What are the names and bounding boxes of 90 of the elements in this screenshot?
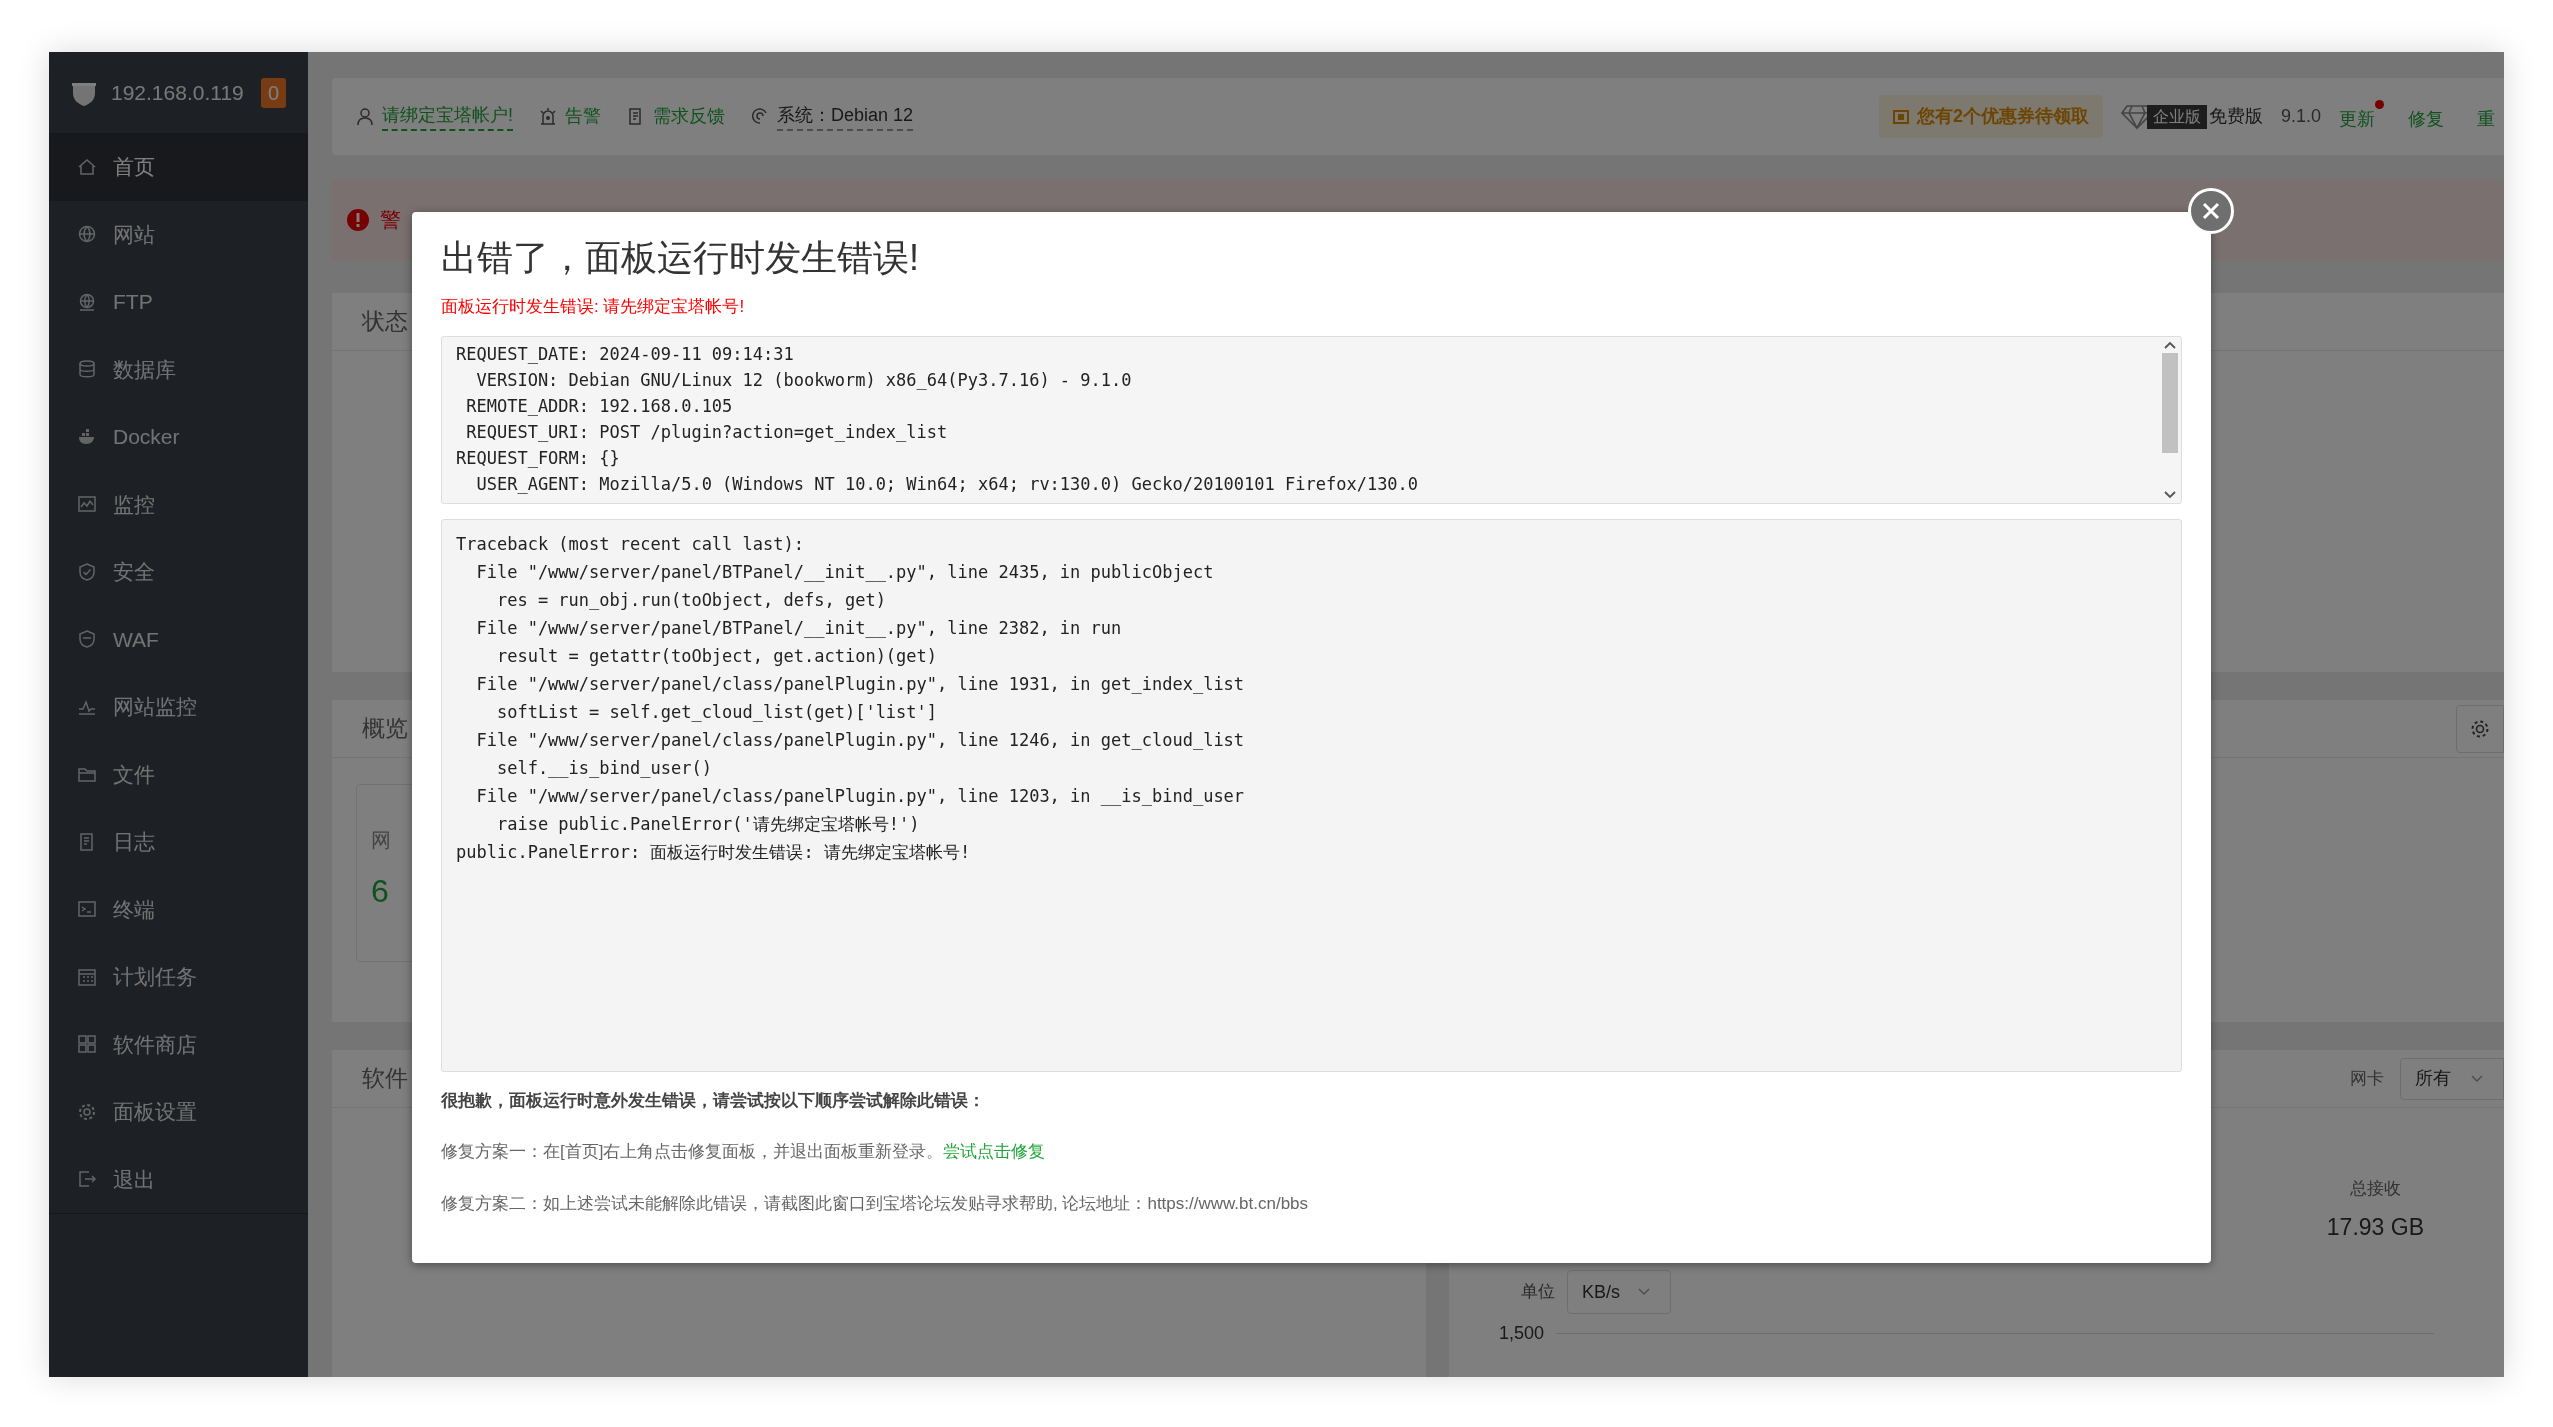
ticket-icon (1892, 109, 1909, 124)
chevron-down-icon (2471, 1074, 2483, 1083)
error-icon (346, 207, 370, 232)
code-line: VERSION: Debian GNU/Linux 12 (bookworm) x86_64(Py3.7.16) - 9.1.0 (475, 368, 1133, 392)
sidebar-item[interactable]: 面板设置 (49, 1078, 308, 1146)
sidebar-item[interactable]: 数据库 (49, 335, 308, 403)
header-link[interactable]: 修复 (2408, 100, 2453, 133)
dialog-title: 出错了，面板运行时发生错误! (441, 236, 920, 280)
sidebar-item[interactable]: 监控 (49, 470, 308, 538)
sidebar-item[interactable]: 退出 (49, 1145, 308, 1213)
calendar-icon (77, 966, 97, 987)
sidebar-item[interactable]: 网站监控 (49, 673, 308, 741)
nic-dropdown[interactable]: 所有 (2400, 1057, 2504, 1100)
globe-icon (77, 224, 97, 245)
scrollbar-thumb[interactable] (2162, 352, 2178, 453)
panel-title: 软件 (362, 1064, 408, 1094)
fix-suggestion: 修复方案一：在[首页]右上角点击修复面板，并退出面板重新登录。尝试点击修复 (441, 1141, 1047, 1163)
code-line: REQUEST_FORM: {} (456, 446, 621, 470)
bind-account-link[interactable]: 请绑定宝塔帐户! (382, 102, 513, 131)
version-label: 9.1.0 (2280, 105, 2321, 128)
code-line: res = run_obj.run(toObject, defs, get) (495, 588, 887, 612)
code-line: result = getattr(toObject, get.action)(get) (495, 644, 939, 668)
code-line: USER_AGENT: Mozilla/5.0 (Windows NT 10.0; Win64; x64; rv:130.0) Gecko/20100101 Firefox/130.0 (475, 472, 1420, 496)
edition-label: 免费版 (2208, 105, 2263, 128)
sidebar-item[interactable]: 文件 (49, 740, 308, 808)
chevron-down-icon (1638, 1288, 1650, 1296)
axis-tick-label: 1,500 (1499, 1322, 1545, 1345)
globe-icon (77, 291, 97, 312)
code-line: File "/www/server/panel/class/panelPlugin.py", line 1246, in get_cloud_list (475, 728, 1246, 752)
scroll-down-icon[interactable] (2164, 490, 2176, 499)
terminal-icon (77, 899, 97, 920)
sidebar-item[interactable]: FTP (49, 268, 308, 336)
sidebar-item[interactable]: Docker (49, 403, 308, 471)
sidebar-item[interactable]: 安全 (49, 538, 308, 606)
error-message: 面板运行时发生错误: 请先绑定宝塔帐号! (441, 296, 746, 318)
swirl-icon (751, 107, 769, 126)
shield-icon (77, 629, 97, 650)
host-address: 192.168.0.119 (111, 79, 245, 106)
panel-title: 状态 (362, 307, 408, 337)
code-line: REQUEST_DATE: 2024-09-11 09:14:31 (456, 342, 795, 366)
shield-icon (77, 561, 97, 582)
alarm-link[interactable]: 告警 (565, 103, 601, 130)
sidebar-item[interactable]: 软件商店 (49, 1010, 308, 1078)
repair-link[interactable]: 尝试点击修复 (943, 1142, 1046, 1161)
code-line: softList = self.get_cloud_list(get)['list'] (495, 700, 939, 724)
sidebar-item[interactable]: 日志 (49, 808, 308, 876)
sidebar-item[interactable]: 终端 (49, 875, 308, 943)
code-line: public.PanelError: 面板运行时发生错误: 请先绑定宝塔帐号! (456, 840, 972, 864)
stat-label: 网 (371, 828, 391, 853)
notification-count[interactable]: 0 (260, 77, 286, 108)
settings-icon (77, 1101, 97, 1122)
enterprise-badge: 企业版 (2146, 104, 2207, 129)
monitor-chart-icon (77, 494, 97, 515)
apology-text: 很抱歉，面板运行时意外发生错误，请尝试按以下顺序尝试解除此错误： (441, 1089, 986, 1112)
fix-suggestion: 修复方案二：如上述尝试未能解除此错误，请截图此窗口到宝塔论坛发贴寻求帮助, 论坛地址：https://www.bt.cn/bbs (441, 1192, 1310, 1215)
code-line: REQUEST_URI: POST /plugin?action=get_index_list (465, 420, 949, 444)
code-line: File "/www/server/panel/BTPanel/__init__.py", line 2382, in run (475, 616, 1123, 640)
panel-title: 概览 (362, 714, 408, 744)
system-info: 系统：Debian 12 (777, 102, 914, 131)
nic-label: 网卡 (2350, 1067, 2384, 1090)
settings-button[interactable] (2456, 704, 2504, 753)
sidebar-item[interactable]: 计划任务 (49, 943, 308, 1011)
code-line: File "/www/server/panel/BTPanel/__init__.py", line 2435, in publicObject (475, 560, 1215, 584)
header-link[interactable]: 更新 (2339, 100, 2384, 133)
sidebar-item[interactable]: WAF (49, 605, 308, 673)
code-line: Traceback (most recent call last): (456, 532, 805, 556)
code-line: File "/www/server/panel/class/panelPlugin.py", line 1931, in get_index_list (475, 672, 1246, 696)
sidebar-item[interactable]: 首页 (49, 133, 308, 201)
settings-icon (2470, 718, 2490, 739)
database-icon (77, 359, 97, 380)
coupon-banner[interactable]: 您有2个优惠券待领取 (1878, 95, 2103, 138)
stat-value: 6 (371, 872, 389, 911)
alarm-light-icon (539, 107, 557, 126)
feedback-link[interactable]: 需求反馈 (653, 103, 725, 130)
alert-text: 警 (380, 206, 401, 233)
header-link[interactable]: 重 (2477, 100, 2504, 133)
close-icon (2202, 202, 2220, 220)
grid-icon (77, 1034, 97, 1055)
home-icon (77, 156, 97, 177)
total-received-value: 17.93 GB (2326, 1212, 2424, 1242)
logout-icon (77, 1169, 97, 1190)
user-icon (356, 107, 374, 126)
code-line: raise public.PanelError('请先绑定宝塔帐号!') (495, 812, 921, 836)
unit-label: 单位 (1521, 1281, 1555, 1304)
code-line: self.__is_bind_user() (495, 756, 713, 780)
unit-dropdown[interactable]: KB/s (1567, 1270, 1671, 1314)
code-line: File "/www/server/panel/class/panelPlugin.py", line 1203, in __is_bind_user (475, 784, 1246, 808)
code-line: REMOTE_ADDR: 192.168.0.105 (465, 394, 734, 418)
total-received-label: 总接收 (2349, 1178, 2401, 1200)
scroll-up-icon[interactable] (2164, 340, 2176, 349)
